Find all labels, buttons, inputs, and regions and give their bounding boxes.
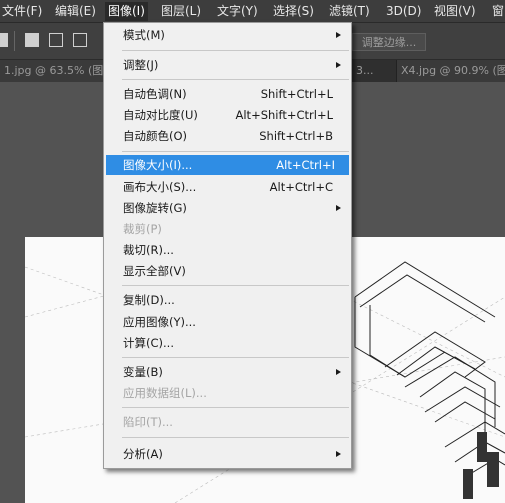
menu-item-duplicate[interactable]: 复制(D)... xyxy=(104,290,349,310)
menu-type[interactable]: 文字(Y) xyxy=(217,3,258,19)
menu-item-calculations[interactable]: 计算(C)... xyxy=(104,333,349,353)
options-divider xyxy=(14,31,15,51)
menu-item-crop: 裁剪(P) xyxy=(104,219,349,239)
menu-item-label: 图像旋转(G) xyxy=(123,201,187,215)
menu-separator xyxy=(122,50,349,51)
menu-item-shortcut: Alt+Ctrl+I xyxy=(276,158,335,172)
submenu-arrow-icon xyxy=(336,32,341,38)
tool-preset-icon[interactable] xyxy=(0,33,8,47)
menu-item-image-size[interactable]: 图像大小(I)... Alt+Ctrl+I xyxy=(106,155,349,175)
menu-item-label: 模式(M) xyxy=(123,28,165,42)
menu-item-apply-image[interactable]: 应用图像(Y)... xyxy=(104,312,349,332)
menu-item-label: 自动颜色(O) xyxy=(123,129,188,143)
menu-item-reveal-all[interactable]: 显示全部(V) xyxy=(104,261,349,281)
menu-item-label: 应用数据组(L)... xyxy=(123,386,207,400)
menu-bar: 文件(F) 编辑(E) 图像(I) 图层(L) 文字(Y) 选择(S) 滤镜(T… xyxy=(0,0,505,23)
menu-file[interactable]: 文件(F) xyxy=(2,3,42,19)
subtract-selection-icon[interactable] xyxy=(73,33,87,47)
menu-item-image-rotation[interactable]: 图像旋转(G) xyxy=(104,198,349,218)
image-menu-dropdown: 模式(M) 调整(J) 自动色调(N) Shift+Ctrl+L 自动对比度(U… xyxy=(103,22,352,469)
submenu-arrow-icon xyxy=(336,369,341,375)
menu-item-adjustments[interactable]: 调整(J) xyxy=(104,55,349,75)
menu-item-shortcut: Alt+Shift+Ctrl+L xyxy=(235,108,334,122)
menu-item-label: 裁切(R)... xyxy=(123,243,174,257)
menu-item-label: 分析(A) xyxy=(123,447,163,461)
menu-item-variables[interactable]: 变量(B) xyxy=(104,362,349,382)
menu-item-label: 复制(D)... xyxy=(123,293,175,307)
menu-filter[interactable]: 滤镜(T) xyxy=(329,3,370,19)
menu-item-label: 变量(B) xyxy=(123,365,163,379)
new-selection-icon[interactable] xyxy=(25,33,39,47)
menu-item-label: 自动色调(N) xyxy=(123,87,187,101)
document-tab-2[interactable]: 3... xyxy=(352,60,378,82)
menu-item-shortcut: Shift+Ctrl+B xyxy=(259,129,333,143)
menu-item-label: 陷印(T)... xyxy=(123,415,173,429)
menu-item-trim[interactable]: 裁切(R)... xyxy=(104,240,349,260)
refine-edge-button[interactable]: 调整边缘... xyxy=(352,33,426,51)
menu-view[interactable]: 视图(V) xyxy=(434,3,476,19)
menu-item-label: 应用图像(Y)... xyxy=(123,315,196,329)
submenu-arrow-icon xyxy=(336,451,341,457)
menu-item-analysis[interactable]: 分析(A) xyxy=(104,444,349,464)
menu-separator xyxy=(122,357,349,358)
menu-item-label: 调整(J) xyxy=(123,58,159,72)
document-tab-1[interactable]: 1.jpg @ 63.5% (图 xyxy=(0,60,109,82)
menu-item-apply-data-set: 应用数据组(L)... xyxy=(104,383,349,403)
menu-edit[interactable]: 编辑(E) xyxy=(55,3,96,19)
menu-item-label: 画布大小(S)... xyxy=(123,180,197,194)
menu-item-shortcut: Shift+Ctrl+L xyxy=(260,87,333,101)
menu-layer[interactable]: 图层(L) xyxy=(161,3,201,19)
menu-image[interactable]: 图像(I) xyxy=(105,2,148,21)
menu-item-auto-tone[interactable]: 自动色调(N) Shift+Ctrl+L xyxy=(104,84,349,104)
menu-item-shortcut: Alt+Ctrl+C xyxy=(269,180,333,194)
menu-separator xyxy=(122,285,349,286)
menu-item-mode[interactable]: 模式(M) xyxy=(104,25,349,45)
menu-item-trap: 陷印(T)... xyxy=(104,412,349,432)
menu-separator xyxy=(122,407,349,408)
menu-item-label: 计算(C)... xyxy=(123,336,174,350)
menu-item-label: 自动对比度(U) xyxy=(123,108,198,122)
menu-item-auto-color[interactable]: 自动颜色(O) Shift+Ctrl+B xyxy=(104,126,349,146)
menu-select[interactable]: 选择(S) xyxy=(273,3,314,19)
menu-item-label: 图像大小(I)... xyxy=(123,158,193,172)
document-tab-3[interactable]: X4.jpg @ 90.9% (图 xyxy=(396,60,505,82)
menu-item-auto-contrast[interactable]: 自动对比度(U) Alt+Shift+Ctrl+L xyxy=(104,105,349,125)
menu-item-label: 显示全部(V) xyxy=(123,264,186,278)
submenu-arrow-icon xyxy=(336,205,341,211)
menu-item-label: 裁剪(P) xyxy=(123,222,162,236)
add-to-selection-icon[interactable] xyxy=(49,33,63,47)
submenu-arrow-icon xyxy=(336,62,341,68)
menu-separator xyxy=(122,437,349,438)
menu-separator xyxy=(122,151,349,152)
menu-3d[interactable]: 3D(D) xyxy=(386,3,421,19)
menu-window[interactable]: 窗 xyxy=(492,3,504,19)
menu-separator xyxy=(122,79,349,80)
menu-item-canvas-size[interactable]: 画布大小(S)... Alt+Ctrl+C xyxy=(104,177,349,197)
